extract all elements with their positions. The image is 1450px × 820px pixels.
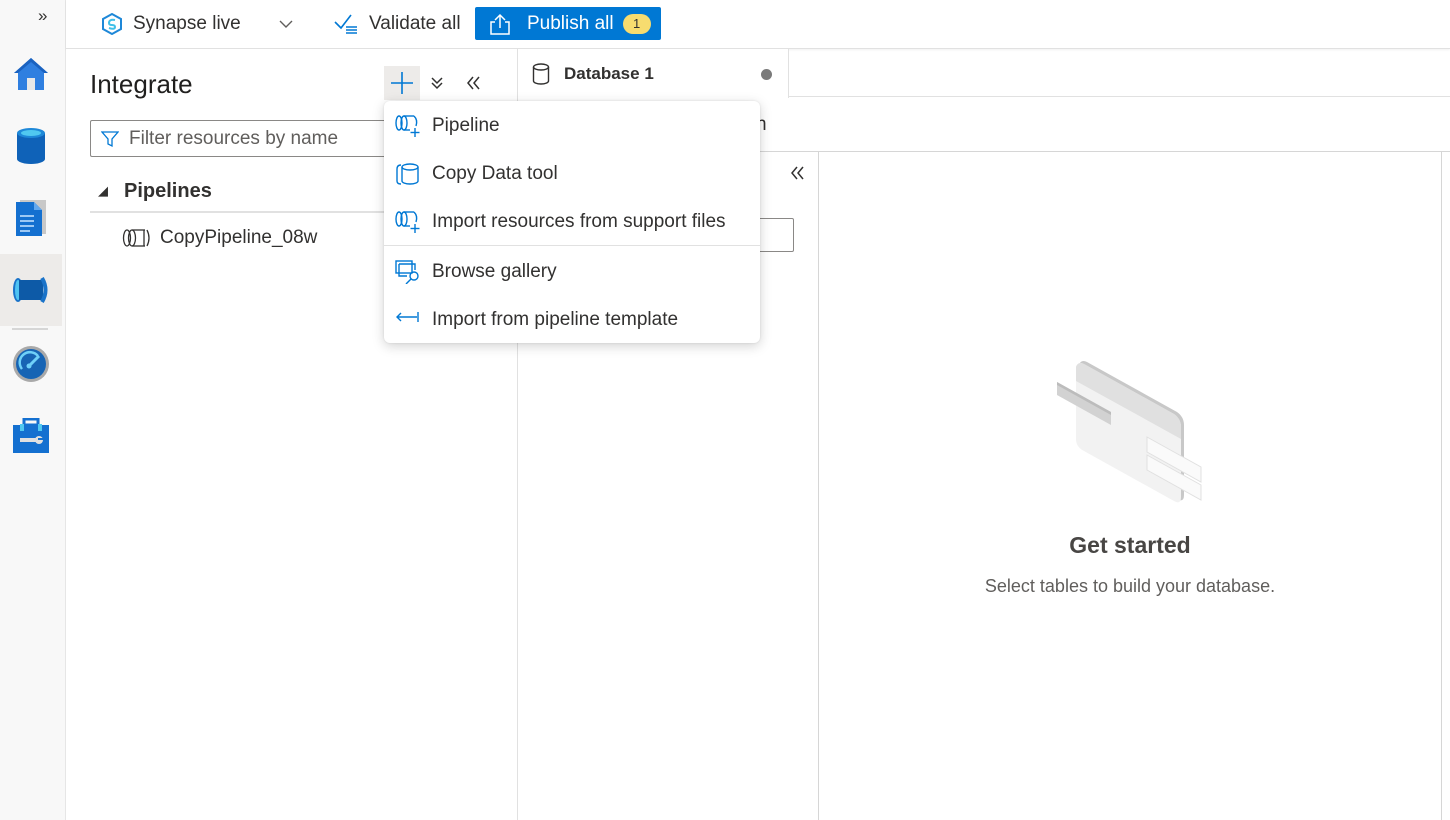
upload-icon (490, 13, 510, 35)
unsaved-indicator-icon (761, 69, 772, 80)
nav-integrate[interactable] (0, 254, 62, 330)
menu-item-import-template[interactable]: Import from pipeline template (384, 296, 760, 344)
expand-nav-button[interactable]: » (38, 6, 47, 26)
pipeline-list-item[interactable]: CopyPipeline_08w (122, 223, 317, 253)
empty-state: Get started Select tables to build your … (819, 152, 1441, 820)
menu-item-label: Pipeline (432, 115, 500, 136)
editor-tab-strip: Database 1 (518, 49, 1450, 98)
chevron-down-icon (279, 20, 293, 28)
pipelines-section-header[interactable]: ◢ Pipelines (90, 171, 390, 213)
filter-resources-input[interactable] (129, 127, 379, 150)
pane-title: Integrate (90, 69, 193, 99)
import-template-icon (396, 312, 419, 322)
nav-data[interactable] (0, 110, 62, 182)
menu-item-copy-data-tool[interactable]: Copy Data tool (384, 150, 760, 198)
publish-all-label: Publish all (527, 12, 614, 34)
copy-data-icon (396, 163, 419, 185)
synapse-icon (102, 13, 122, 35)
collapse-tables-panel-button[interactable] (790, 164, 804, 185)
publish-all-button[interactable]: Publish all 1 (475, 7, 661, 40)
workspace-mode-dropdown[interactable]: Synapse live (102, 8, 293, 40)
pipelines-section-label: Pipelines (124, 179, 212, 202)
top-toolbar: Synapse live Validate all Publish all 1 (66, 0, 1450, 49)
plus-icon (391, 72, 413, 94)
menu-item-pipeline[interactable]: Pipeline (384, 102, 760, 150)
toolbox-icon (13, 418, 49, 453)
filter-icon (101, 130, 119, 147)
workspace-mode-label: Synapse live (133, 13, 241, 34)
menu-item-label: Import resources from support files (432, 211, 726, 232)
pipeline-add-icon (395, 115, 420, 137)
panel-divider (1441, 152, 1442, 820)
add-resource-menu: Pipeline Copy Data tool Import resources… (384, 101, 760, 343)
database-icon (17, 128, 45, 164)
pipeline-outline-icon (122, 229, 150, 247)
double-chevron-left-icon (467, 76, 480, 90)
add-new-resource-button[interactable] (384, 66, 420, 100)
nav-home[interactable] (0, 38, 62, 110)
empty-state-title: Get started (1069, 532, 1191, 558)
menu-item-import-resources[interactable]: Import resources from support files (384, 198, 760, 246)
empty-state-illustration (1057, 361, 1202, 503)
nav-manage[interactable] (0, 400, 62, 472)
database-outline-icon (532, 62, 550, 85)
gallery-icon (395, 260, 419, 284)
tab-database-1[interactable]: Database 1 (518, 49, 789, 98)
tables-filter-input[interactable] (758, 218, 794, 252)
gauge-icon (13, 346, 49, 382)
document-icon (16, 200, 46, 236)
nav-develop[interactable] (0, 182, 62, 254)
menu-item-label: Import from pipeline template (432, 309, 679, 330)
nav-monitor[interactable] (0, 328, 62, 400)
filter-resources-field[interactable] (90, 120, 390, 157)
import-resources-icon (395, 211, 420, 233)
validate-all-label: Validate all (369, 13, 461, 34)
left-nav-rail: » (0, 0, 66, 820)
validate-all-button[interactable]: Validate all (334, 8, 461, 40)
synapse-studio: » Synapse live Validate all Publish all … (0, 0, 1450, 820)
menu-divider (384, 245, 760, 246)
double-chevron-down-icon (431, 77, 443, 90)
pending-changes-badge: 1 (622, 13, 651, 34)
double-chevron-left-icon (791, 166, 804, 180)
validate-icon (334, 14, 357, 34)
menu-item-browse-gallery[interactable]: Browse gallery (384, 248, 760, 296)
menu-item-label: Browse gallery (432, 261, 557, 282)
pipeline-name: CopyPipeline_08w (160, 227, 318, 248)
empty-state-message: Select tables to build your database. (984, 576, 1276, 596)
collapse-pane-button[interactable] (462, 66, 484, 100)
pipeline-icon (13, 276, 48, 304)
home-icon (14, 58, 48, 90)
menu-item-label: Copy Data tool (432, 163, 558, 184)
collapse-caret-icon: ◢ (98, 183, 108, 198)
tab-label: Database 1 (564, 63, 654, 83)
expand-all-button[interactable] (426, 66, 448, 100)
